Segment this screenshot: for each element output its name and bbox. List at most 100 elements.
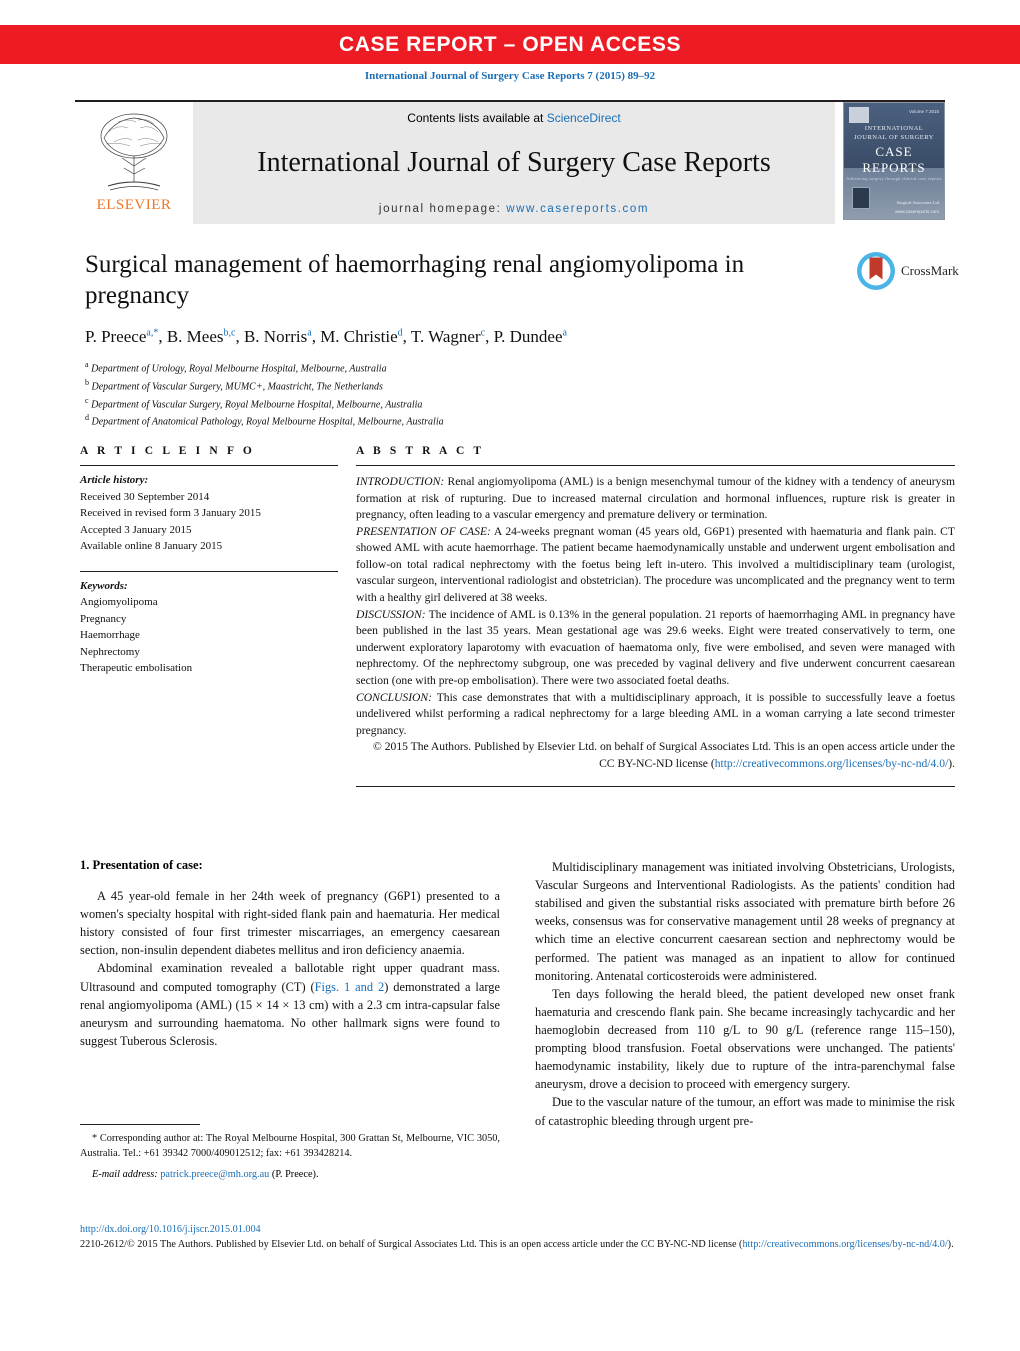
affiliation-item: c Department of Vascular Surgery, Royal …: [85, 395, 785, 413]
author: P. Preecea,*: [85, 327, 158, 346]
affiliation-mark: d: [85, 413, 89, 423]
title-block: Surgical management of haemorrhaging ren…: [85, 250, 785, 430]
email-owner: (P. Preece).: [271, 1168, 319, 1180]
issn-suffix: ).: [947, 1239, 954, 1251]
footnote-divider: [80, 1124, 200, 1125]
body-right-column: Multidisciplinary management was initiat…: [535, 858, 955, 1130]
body-paragraph: Multidisciplinary management was initiat…: [535, 860, 955, 983]
figure-reference-link[interactable]: Figs. 1 and 2: [315, 980, 385, 994]
contents-line: Contents lists available at ScienceDirec…: [193, 111, 835, 125]
masthead-center: Contents lists available at ScienceDirec…: [193, 102, 835, 224]
divider: [356, 465, 955, 466]
author-sup: c: [480, 327, 486, 339]
abstract-section-label: PRESENTATION OF CASE:: [356, 524, 491, 538]
keyword-item: Angiomyolipoma: [80, 596, 158, 608]
author: B. Meesb,c: [167, 327, 236, 346]
keywords-label: Keywords:: [80, 579, 128, 592]
cover-volume: Volume 7 2015: [908, 109, 939, 114]
doi-line: http://dx.doi.org/10.1016/j.ijscr.2015.0…: [80, 1222, 955, 1237]
abstract-heading: A B S T R A C T: [356, 445, 485, 457]
history-item: Available online 8 January 2015: [80, 540, 223, 552]
cover-line-2: JOURNAL OF SURGERY: [854, 134, 934, 141]
banner-label: CASE REPORT – OPEN ACCESS: [338, 32, 682, 56]
email-line: E-mail address: patrick.preece@mh.org.au…: [80, 1169, 500, 1180]
article-info-column: A R T I C L E I N F O Article history: R…: [80, 445, 356, 787]
body-paragraph: Ten days following the herald bleed, the…: [535, 986, 955, 1092]
email-label: E-mail address:: [92, 1168, 158, 1180]
info-abstract-region: A R T I C L E I N F O Article history: R…: [80, 445, 955, 788]
issn-text: 2210-2612/© 2015 The Authors. Published …: [80, 1239, 743, 1251]
journal-title: International Journal of Surgery Case Re…: [257, 147, 771, 178]
history-item: Accepted 3 January 2015: [80, 523, 192, 536]
abstract-section: PRESENTATION OF CASE: A 24-weeks pregnan…: [356, 524, 955, 607]
keyword-item: Therapeutic embolisation: [80, 662, 193, 674]
journal-citation: International Journal of Surgery Case Re…: [364, 70, 656, 82]
abstract-body: INTRODUCTION: Renal angiomyolipoma (AML)…: [356, 474, 955, 772]
abstract-section: DISCUSSION: The incidence of AML is 0.13…: [356, 607, 955, 690]
body-paragraph: Abdominal examination revealed a ballota…: [80, 959, 500, 1050]
author-sup: a: [307, 327, 312, 339]
keyword-item: Nephrectomy: [80, 645, 140, 658]
author: P. Dundeea: [494, 327, 567, 346]
author-sup: a,*: [146, 327, 159, 339]
cover-line-3: CASE: [875, 144, 913, 159]
affiliation-mark: a: [85, 360, 89, 369]
body-left-column: 1. Presentation of case: A 45 year-old f…: [80, 858, 500, 1130]
affiliation-text: Department of Urology, Royal Melbourne H…: [91, 363, 387, 375]
email-link[interactable]: patrick.preece@mh.org.au: [160, 1169, 269, 1180]
sciencedirect-link[interactable]: ScienceDirect: [547, 111, 621, 125]
open-access-banner: CASE REPORT – OPEN ACCESS: [0, 25, 1020, 64]
page-title: Surgical management of haemorrhaging ren…: [85, 251, 745, 309]
author-sup: a: [562, 327, 567, 339]
cc-license-link[interactable]: http://creativecommons.org/licenses/by-n…: [715, 757, 949, 770]
abstract-section-text: This case demonstrates that with a multi…: [356, 690, 955, 737]
article-info-heading: A R T I C L E I N F O: [80, 445, 255, 457]
doi-link[interactable]: http://dx.doi.org/10.1016/j.ijscr.2015.0…: [80, 1224, 261, 1235]
contents-prefix: Contents lists available at: [407, 111, 547, 125]
journal-cover-thumbnail: Volume 7 2015 INTERNATIONAL JOURNAL OF S…: [843, 102, 945, 220]
page-footer: http://dx.doi.org/10.1016/j.ijscr.2015.0…: [80, 1222, 955, 1253]
abstract-section: INTRODUCTION: Renal angiomyolipoma (AML)…: [356, 474, 955, 524]
divider: [80, 465, 338, 466]
keyword-item: Haemorrhage: [80, 629, 140, 641]
abstract-section: CONCLUSION: This case demonstrates that …: [356, 690, 955, 740]
author-name: B. Norris: [243, 327, 308, 346]
crossmark-label: CrossMark: [901, 263, 959, 278]
cover-crest-icon: [852, 187, 870, 209]
history-item: Received in revised form 3 January 2015: [80, 507, 261, 519]
crossmark-badge[interactable]: CrossMark: [855, 250, 959, 292]
cover-elsevier-logo: [849, 107, 869, 123]
divider: [356, 786, 955, 788]
cc-license-link-footer[interactable]: http://creativecommons.org/licenses/by-n…: [742, 1239, 947, 1250]
affiliation-text: Department of Vascular Surgery, MUMC+, M…: [91, 381, 383, 393]
affiliation-item: b Department of Vascular Surgery, MUMC+,…: [85, 377, 785, 395]
abstract-section-text: The incidence of AML is 0.13% in the gen…: [356, 607, 955, 687]
affiliation-text: Department of Anatomical Pathology, Roya…: [91, 416, 444, 428]
author-name: P. Dundee: [493, 327, 563, 346]
author-name: B. Mees: [166, 327, 224, 346]
author-list: P. Preecea,*, B. Meesb,c, B. Norrisa, M.…: [85, 327, 567, 346]
journal-masthead: ELSEVIER Contents lists available at Sci…: [75, 100, 945, 224]
author-name: M. Christie: [320, 327, 398, 346]
elsevier-tree-icon: [100, 113, 168, 191]
article-history-label: Article history:: [80, 474, 149, 486]
author: T. Wagnerc: [411, 327, 485, 346]
paper-page: CASE REPORT – OPEN ACCESS International …: [0, 0, 1020, 1351]
copyright-suffix: ).: [948, 756, 955, 770]
abstract-section-label: CONCLUSION:: [356, 690, 433, 704]
author-sup: b,c: [223, 327, 236, 339]
cover-line-4: REPORTS: [862, 160, 926, 175]
elsevier-logo: ELSEVIER: [75, 102, 193, 224]
journal-homepage-link[interactable]: www.casereports.com: [506, 203, 649, 215]
affiliation-item: a Department of Urology, Royal Melbourne…: [85, 359, 785, 377]
body-columns: 1. Presentation of case: A 45 year-old f…: [80, 858, 955, 1130]
abstract-section-label: INTRODUCTION:: [356, 475, 445, 488]
homepage-label: journal homepage:: [378, 203, 507, 215]
issn-copyright-line: 2210-2612/© 2015 The Authors. Published …: [80, 1237, 955, 1252]
affiliation-mark: c: [85, 395, 89, 405]
abstract-section-text: Renal angiomyolipoma (AML) is a benign m…: [356, 475, 955, 522]
author-name: T. Wagner: [410, 327, 481, 346]
affiliation-mark: b: [85, 377, 89, 387]
author: M. Christied: [320, 327, 402, 346]
body-paragraph: Due to the vascular nature of the tumour…: [535, 1095, 955, 1128]
